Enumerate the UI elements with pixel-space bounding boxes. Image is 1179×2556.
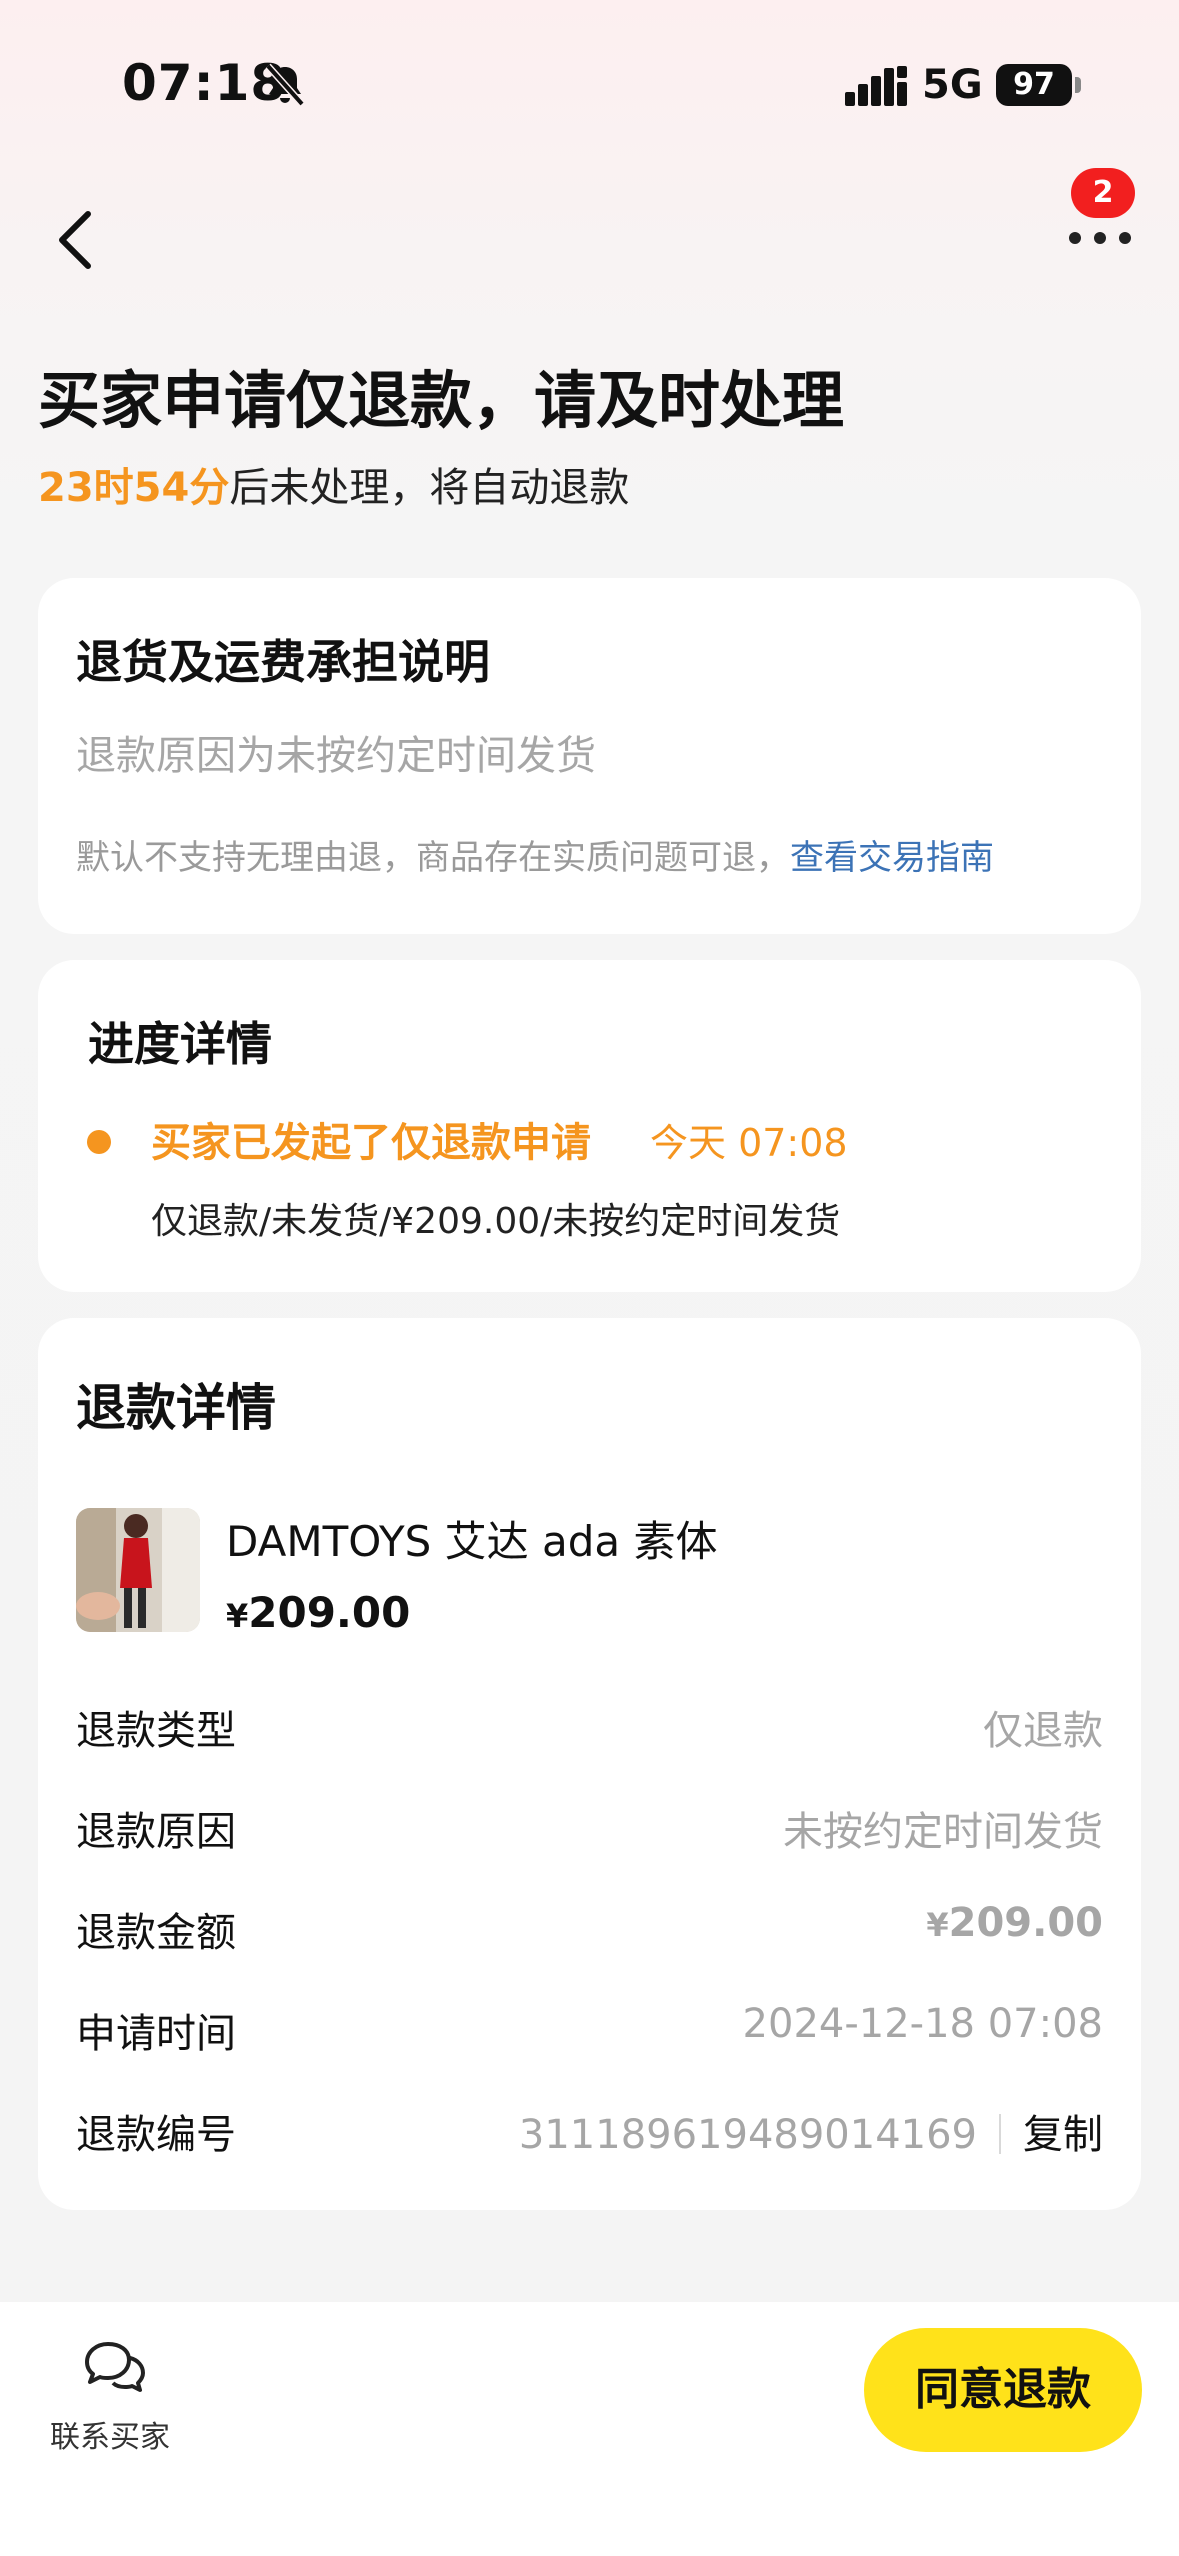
network-type: 5G <box>922 62 983 108</box>
policy-note-text: 默认不支持无理由退，商品存在实质问题可退， <box>76 838 790 878</box>
refund-amount-number: 209.00 <box>948 1900 1103 1946</box>
product-thumbnail[interactable] <box>76 1508 200 1632</box>
countdown-time: 23时54分 <box>38 465 230 511</box>
detail-row-refund-reason: 退款原因 未按约定时间发货 <box>76 1799 1103 1859</box>
refund-amount-currency: ¥ <box>926 1906 949 1944</box>
bottom-action-bar: 联系买家 同意退款 <box>0 2302 1179 2556</box>
copy-button[interactable]: 复制 <box>1023 2112 1103 2158</box>
page-title: 买家申请仅退款，请及时处理 <box>38 364 845 437</box>
trade-guide-link[interactable]: 查看交易指南 <box>790 838 994 878</box>
refund-details-card: 退款详情 DAMTOYS 艾达 ada 素体 ¥209.00 退款类型 仅退款 … <box>38 1318 1141 2210</box>
progress-title: 进度详情 <box>88 1017 272 1071</box>
signal-icon <box>845 66 907 106</box>
detail-row-apply-time: 申请时间 2024-12-18 07:08 <box>76 2001 1103 2061</box>
product-price-value: 209.00 <box>248 1588 411 1637</box>
detail-label: 退款金额 <box>76 1910 236 1956</box>
policy-card: 退货及运费承担说明 退款原因为未按约定时间发货 默认不支持无理由退，商品存在实质… <box>38 578 1141 934</box>
progress-event: 买家已发起了仅退款申请 <box>151 1120 591 1166</box>
divider <box>999 2114 1001 2154</box>
policy-title: 退货及运费承担说明 <box>76 635 490 689</box>
battery-tip <box>1075 77 1081 93</box>
notification-badge: 2 <box>1071 168 1135 218</box>
detail-label: 退款编号 <box>76 2112 236 2158</box>
detail-row-refund-number: 退款编号 311189619489014169 复制 <box>76 2102 1103 2162</box>
detail-label: 退款类型 <box>76 1708 236 1754</box>
policy-reason: 退款原因为未按约定时间发货 <box>76 733 596 779</box>
refund-amount-value: ¥209.00 <box>926 1900 1103 1946</box>
refund-number-group: 311189619489014169 复制 <box>519 2102 1103 2160</box>
back-button[interactable] <box>44 200 114 280</box>
detail-label: 申请时间 <box>76 2011 236 2057</box>
product-name: DAMTOYS 艾达 ada 素体 <box>226 1517 718 1566</box>
product-price: ¥209.00 <box>226 1588 410 1637</box>
progress-event-time: 今天 07:08 <box>650 1121 848 1165</box>
progress-dot <box>87 1130 111 1154</box>
refund-number: 311189619489014169 <box>518 2112 977 2158</box>
refund-details-title: 退款详情 <box>76 1379 276 1437</box>
detail-row-refund-amount: 退款金额 ¥209.00 <box>76 1900 1103 1960</box>
chat-icon <box>85 2342 145 2392</box>
bell-muted-icon <box>265 63 305 107</box>
countdown-line: 23时54分后未处理，将自动退款 <box>38 455 629 513</box>
agree-refund-button[interactable]: 同意退款 <box>864 2328 1142 2452</box>
policy-note: 默认不支持无理由退，商品存在实质问题可退，查看交易指南 <box>76 830 994 879</box>
detail-value: 未按约定时间发货 <box>783 1809 1103 1855</box>
contact-buyer-button[interactable]: 联系买家 <box>40 2336 190 2466</box>
progress-event-desc: 仅退款/未发货/¥209.00/未按约定时间发货 <box>151 1201 841 1242</box>
status-bar: 07:18 5G 97 <box>0 0 1179 150</box>
detail-value: 仅退款 <box>983 1708 1103 1754</box>
countdown-suffix: 后未处理，将自动退款 <box>229 465 630 511</box>
product-price-currency: ¥ <box>226 1597 249 1635</box>
detail-row-refund-type: 退款类型 仅退款 <box>76 1698 1103 1758</box>
contact-buyer-label: 联系买家 <box>50 2420 170 2455</box>
detail-value: 2024-12-18 07:08 <box>742 2001 1103 2047</box>
battery-icon: 97 <box>996 64 1072 106</box>
detail-label: 退款原因 <box>76 1809 236 1855</box>
progress-card: 进度详情 买家已发起了仅退款申请 今天 07:08 仅退款/未发货/¥209.0… <box>38 960 1141 1292</box>
